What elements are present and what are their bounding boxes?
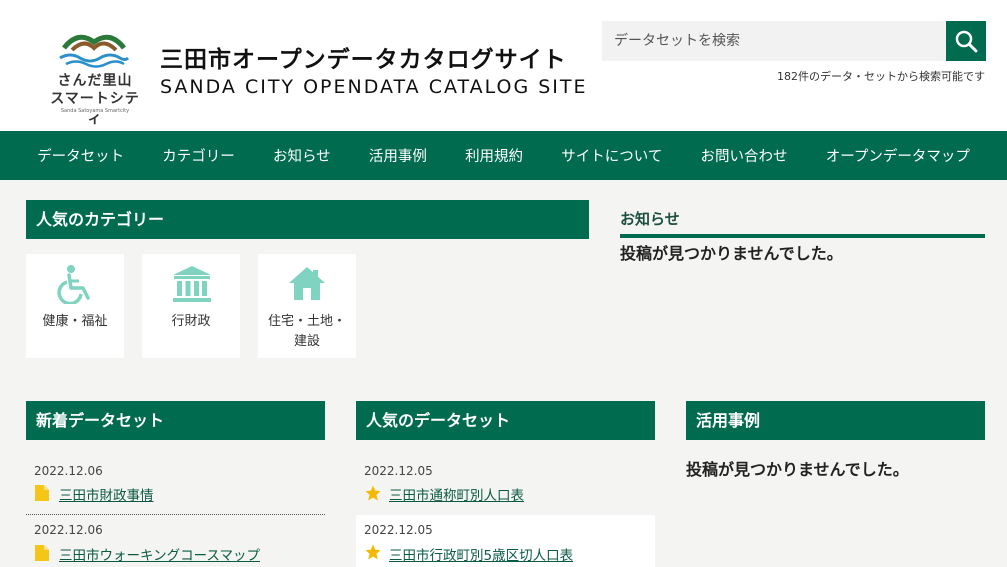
news-divider <box>620 234 985 238</box>
popular-categories-heading: 人気のカテゴリー <box>26 200 589 239</box>
news-heading: お知らせ <box>620 210 680 228</box>
category-label: 行財政 <box>171 314 211 329</box>
dataset-link[interactable]: 三田市ウォーキングコースマップ <box>59 544 260 564</box>
list-item: 2022.12.05 三田市通称町別人口表 <box>356 456 655 514</box>
search-count-note: 182件のデータ・セットから検索可能です <box>777 70 985 83</box>
list-item: 2022.12.05 三田市行政町別5歳区切人口表 <box>356 515 655 567</box>
nav-categories[interactable]: カテゴリー <box>162 145 235 166</box>
new-datasets-heading: 新着データセット <box>26 401 325 440</box>
search-icon <box>955 30 978 53</box>
nav-terms[interactable]: 利用規約 <box>465 145 523 166</box>
star-icon <box>365 544 381 560</box>
file-icon <box>35 485 49 501</box>
category-label: 健康・福祉 <box>42 314 108 329</box>
search-button[interactable] <box>946 21 986 61</box>
site-title-japanese[interactable]: 三田市オープンデータカタログサイト <box>160 40 567 74</box>
category-card-health-welfare[interactable]: 健康・福祉 <box>26 254 124 358</box>
nav-news[interactable]: お知らせ <box>273 145 331 166</box>
dataset-link[interactable]: 三田市行政町別5歳区切人口表 <box>389 544 573 564</box>
search-input[interactable]: データセットを検索 <box>602 21 946 61</box>
category-label-line1: 住宅・土地・ <box>267 314 346 329</box>
dataset-link[interactable]: 三田市通称町別人口表 <box>389 484 524 504</box>
nav-about[interactable]: サイトについて <box>561 145 662 166</box>
dataset-date: 2022.12.05 <box>364 523 433 537</box>
news-empty-message: 投稿が見つかりませんでした。 <box>620 244 843 263</box>
use-cases-heading: 活用事例 <box>686 401 985 440</box>
house-icon <box>289 267 325 300</box>
dataset-date: 2022.12.06 <box>34 464 103 478</box>
nav-datasets[interactable]: データセット <box>37 145 124 166</box>
category-card-administration-finance[interactable]: 行財政 <box>142 254 240 358</box>
category-card-housing-land-construction[interactable]: 住宅・土地・ 建設 <box>258 254 356 358</box>
wheelchair-icon <box>57 265 90 304</box>
list-item: 2022.12.06 三田市財政事情 <box>26 456 325 514</box>
dataset-link[interactable]: 三田市財政事情 <box>59 484 154 504</box>
dataset-date: 2022.12.06 <box>34 523 103 537</box>
use-cases-empty-message: 投稿が見つかりませんでした。 <box>686 460 909 479</box>
nav-use-cases[interactable]: 活用事例 <box>369 145 427 166</box>
main-nav: データセット カテゴリー お知らせ 活用事例 利用規約 サイトについて お問い合… <box>0 131 1007 180</box>
star-icon <box>365 485 381 501</box>
list-item: 2022.12.06 三田市ウォーキングコースマップ <box>26 515 325 567</box>
logo-text-line1: さんだ里山 <box>57 73 133 89</box>
site-header: さんだ里山 スマートシティ Sanda Satoyama Smartcity 三… <box>0 0 1007 131</box>
nav-contact[interactable]: お問い合わせ <box>701 145 788 166</box>
nav-opendata-map[interactable]: オープンデータマップ <box>826 145 970 166</box>
government-building-icon <box>173 266 211 302</box>
sanda-logo-icon[interactable] <box>58 28 130 68</box>
file-icon <box>35 545 49 561</box>
popular-datasets-heading: 人気のデータセット <box>356 401 655 440</box>
site-title-english[interactable]: SANDA CITY OPENDATA CATALOG SITE <box>160 76 588 98</box>
logo-tiny-text: Sanda Satoyama Smartcity <box>60 108 130 114</box>
dataset-date: 2022.12.05 <box>364 464 433 478</box>
category-label-line2: 建設 <box>293 334 320 349</box>
